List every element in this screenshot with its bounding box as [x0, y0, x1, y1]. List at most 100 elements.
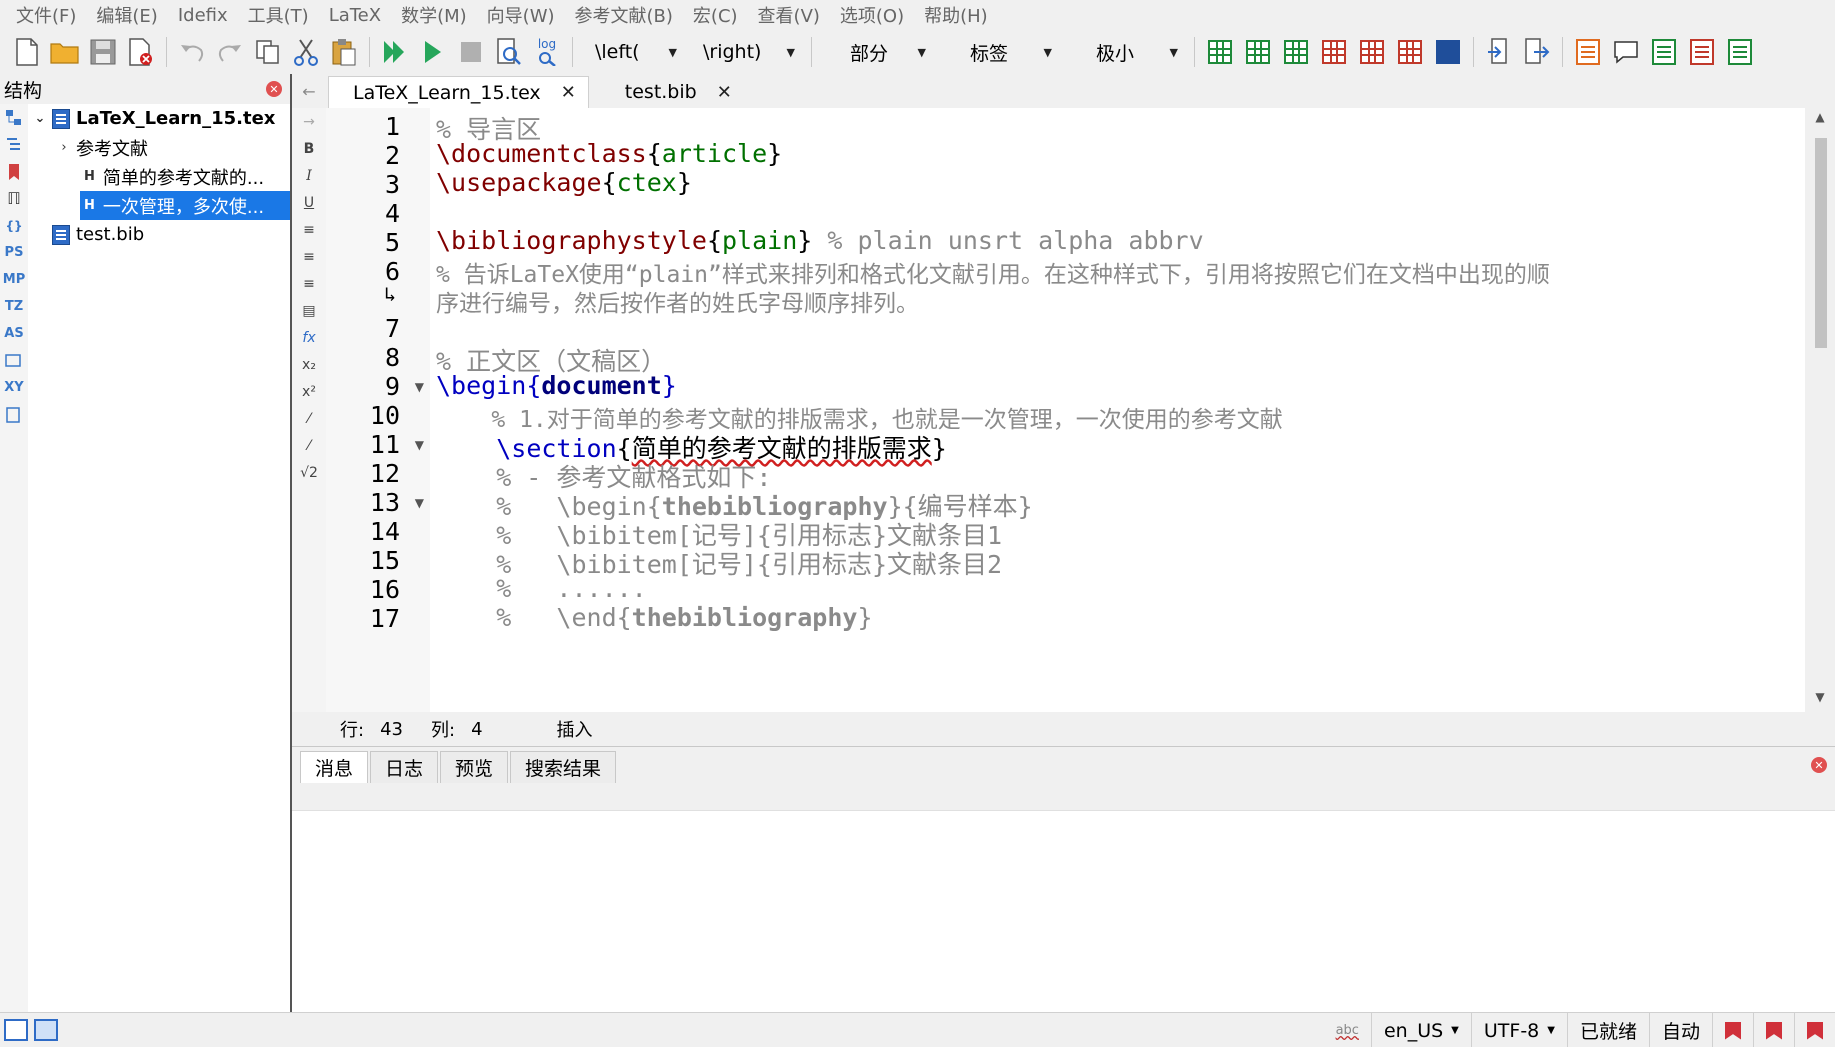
- tikz-icon[interactable]: TZ: [0, 293, 28, 320]
- italic-icon[interactable]: I: [292, 162, 326, 189]
- undo-icon[interactable]: [175, 35, 209, 69]
- menu-math[interactable]: 数学(M): [391, 2, 477, 28]
- forward-arrow-icon[interactable]: →: [292, 108, 326, 135]
- tab-messages[interactable]: 消息: [300, 751, 369, 783]
- table-delete-icon[interactable]: [1393, 35, 1427, 69]
- tab-test-bib[interactable]: test.bib ✕: [591, 76, 744, 108]
- table-add-column-icon[interactable]: [1241, 35, 1275, 69]
- menu-wizards[interactable]: 向导(W): [477, 2, 565, 28]
- fold-icon[interactable]: ▼: [415, 438, 424, 452]
- tree-item-bibliography[interactable]: › 参考文献: [28, 133, 290, 162]
- comment-icon[interactable]: [1609, 35, 1643, 69]
- menu-macros[interactable]: 宏(C): [683, 2, 748, 28]
- scroll-down-icon[interactable]: ▼: [1805, 690, 1835, 710]
- menu-tools[interactable]: 工具(T): [238, 2, 319, 28]
- bold-icon[interactable]: B: [292, 135, 326, 162]
- scrollbar-thumb[interactable]: [1815, 138, 1827, 348]
- copy-icon[interactable]: [251, 35, 285, 69]
- metapost-icon[interactable]: MP: [0, 266, 28, 293]
- pstricks-icon[interactable]: PS: [0, 239, 28, 266]
- fold-icon[interactable]: ▼: [415, 496, 424, 510]
- text-green-alt-icon[interactable]: [1723, 35, 1757, 69]
- align-left-icon[interactable]: ≡: [292, 216, 326, 243]
- template-icon[interactable]: [0, 401, 28, 428]
- brackets-icon[interactable]: {}: [0, 212, 28, 239]
- superscript-icon[interactable]: x²: [292, 378, 326, 405]
- subscript-icon[interactable]: x₂: [292, 351, 326, 378]
- bookmark-flag-icon[interactable]: [1753, 1013, 1794, 1047]
- save-icon[interactable]: [86, 35, 120, 69]
- tree-bib-file[interactable]: test.bib: [28, 220, 290, 249]
- compile-icon[interactable]: [416, 35, 450, 69]
- encoding-selector[interactable]: UTF-8 ▼: [1470, 1013, 1567, 1047]
- redo-icon[interactable]: [213, 35, 247, 69]
- stop-icon[interactable]: [454, 35, 488, 69]
- tab-search-results[interactable]: 搜索结果: [510, 751, 617, 783]
- fraction-icon[interactable]: ⁄: [292, 405, 326, 432]
- snippet-icon[interactable]: [0, 347, 28, 374]
- menu-idefix[interactable]: Idefix: [168, 5, 238, 26]
- menu-file[interactable]: 文件(F): [6, 2, 86, 28]
- paste-icon[interactable]: [327, 35, 361, 69]
- view-log-icon[interactable]: log: [530, 35, 564, 69]
- tab-log[interactable]: 日志: [370, 751, 439, 783]
- text-red-icon[interactable]: [1685, 35, 1719, 69]
- underline-icon[interactable]: U: [292, 189, 326, 216]
- structure-view-icon[interactable]: [0, 104, 28, 131]
- align-center-icon[interactable]: ≡: [292, 243, 326, 270]
- code-editor[interactable]: % 导言区 \documentclass{article} \usepackag…: [430, 108, 1805, 712]
- chevron-down-icon[interactable]: ⌄: [28, 111, 52, 126]
- export-icon[interactable]: [1520, 35, 1554, 69]
- tree-item-section-simple[interactable]: H 简单的参考文献的...: [28, 162, 290, 191]
- import-icon[interactable]: [1482, 35, 1516, 69]
- scroll-up-icon[interactable]: ▲: [1805, 110, 1835, 130]
- close-tab-icon[interactable]: ✕: [561, 82, 576, 103]
- menu-latex[interactable]: LaTeX: [319, 5, 391, 26]
- fold-icon[interactable]: ▼: [415, 380, 424, 394]
- table-align-icon[interactable]: [1431, 35, 1465, 69]
- new-file-icon[interactable]: [10, 35, 44, 69]
- menu-bibliography[interactable]: 参考文献(B): [565, 2, 683, 28]
- cut-icon[interactable]: [289, 35, 323, 69]
- font-size-combo[interactable]: 极小 ▼: [1066, 35, 1184, 69]
- bookmark-icon[interactable]: [0, 158, 28, 185]
- newline-icon[interactable]: ▤: [292, 297, 326, 324]
- tab-latex-learn-15[interactable]: LaTeX_Learn_15.tex ✕: [328, 76, 589, 108]
- text-edit-icon[interactable]: [1571, 35, 1605, 69]
- language-selector[interactable]: en_US ▼: [1370, 1013, 1471, 1047]
- spellcheck-icon[interactable]: abc: [1324, 1013, 1371, 1047]
- sqrt-icon[interactable]: √2: [292, 459, 326, 486]
- tree-item-section-once[interactable]: H 一次管理，多次使...: [80, 191, 290, 220]
- close-file-icon[interactable]: [124, 35, 158, 69]
- back-arrow-icon[interactable]: ←: [292, 74, 326, 108]
- close-icon[interactable]: ✕: [1811, 757, 1827, 773]
- auto-mode[interactable]: 自动: [1648, 1013, 1712, 1047]
- build-and-view-icon[interactable]: [378, 35, 412, 69]
- table-insert-icon[interactable]: [1279, 35, 1313, 69]
- view-pdf-icon[interactable]: [492, 35, 526, 69]
- label-combo[interactable]: 标签 ▼: [940, 35, 1058, 69]
- symbols-icon[interactable]: ℿ: [0, 185, 28, 212]
- editor-scrollbar[interactable]: ▲ ▼: [1805, 108, 1835, 712]
- bookmark-flag-icon[interactable]: [1794, 1013, 1835, 1047]
- outline-icon[interactable]: [0, 131, 28, 158]
- table-remove-row-icon[interactable]: [1317, 35, 1351, 69]
- table-remove-column-icon[interactable]: [1355, 35, 1389, 69]
- dfrac-icon[interactable]: ⁄: [292, 432, 326, 459]
- menu-edit[interactable]: 编辑(E): [86, 2, 167, 28]
- asymptote-icon[interactable]: AS: [0, 320, 28, 347]
- bookmark-flag-icon[interactable]: [1712, 1013, 1753, 1047]
- menu-options[interactable]: 选项(O): [830, 2, 914, 28]
- menu-view[interactable]: 查看(V): [748, 2, 830, 28]
- section-combo[interactable]: 部分 ▼: [822, 35, 932, 69]
- left-delimiter-combo[interactable]: \left(▼: [583, 35, 683, 69]
- xypic-icon[interactable]: XY: [0, 374, 28, 401]
- table-add-row-icon[interactable]: [1203, 35, 1237, 69]
- align-right-icon[interactable]: ≡: [292, 270, 326, 297]
- menu-help[interactable]: 帮助(H): [914, 2, 998, 28]
- right-delimiter-combo[interactable]: \right) ▼: [691, 35, 801, 69]
- open-folder-icon[interactable]: [48, 35, 82, 69]
- chevron-right-icon[interactable]: ›: [52, 140, 76, 155]
- toggle-messages-icon[interactable]: [34, 1019, 58, 1041]
- close-icon[interactable]: ✕: [266, 81, 282, 97]
